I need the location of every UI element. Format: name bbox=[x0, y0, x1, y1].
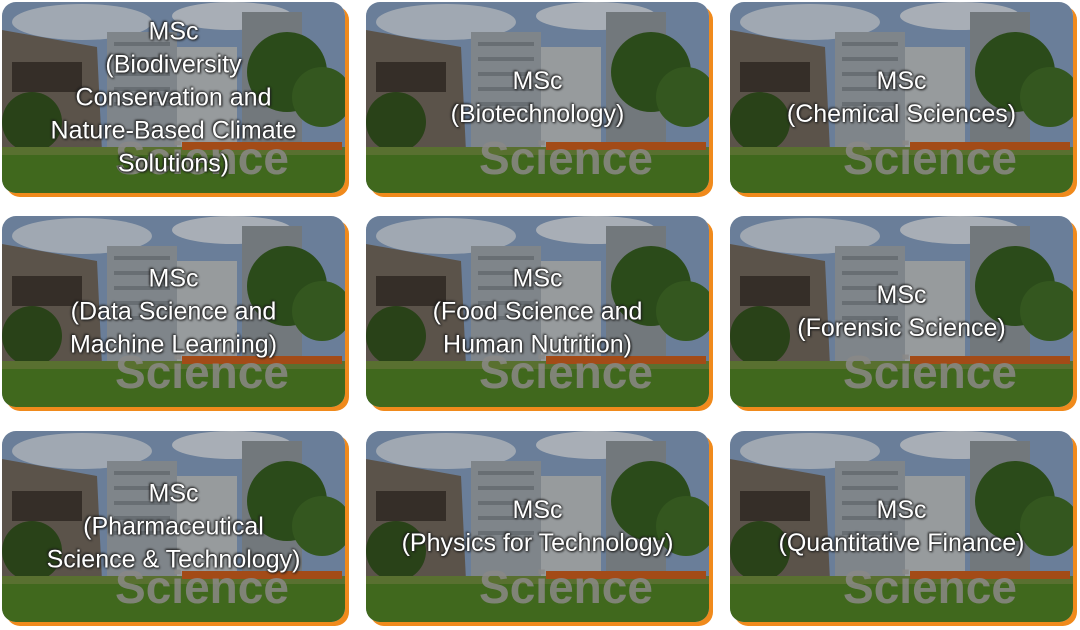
programme-card-data-science[interactable]: Science MSc (Data Science and Machine Le… bbox=[2, 216, 345, 407]
programme-card-quantitative-finance[interactable]: Science MSc (Quantitative Finance) bbox=[730, 431, 1073, 622]
programme-title: MSc (Chemical Sciences) bbox=[786, 66, 1017, 128]
programme-card-biodiversity[interactable]: Science MSc (Biodiversity Conservation a… bbox=[2, 2, 345, 193]
programme-title: MSc (Pharmaceutical Science & Technology… bbox=[46, 479, 301, 573]
programme-card-biotechnology[interactable]: Science MSc (Biotechnology) bbox=[366, 2, 709, 193]
programme-card-forensic-science[interactable]: Science MSc (Forensic Science) bbox=[730, 216, 1073, 407]
programme-title: MSc (Physics for Technology) bbox=[401, 495, 674, 557]
programme-card-physics[interactable]: Science MSc (Physics for Technology) bbox=[366, 431, 709, 622]
programme-title: MSc (Forensic Science) bbox=[797, 280, 1006, 342]
programme-title: MSc (Biotechnology) bbox=[450, 66, 625, 128]
programme-title: MSc (Food Science and Human Nutrition) bbox=[432, 264, 643, 358]
programme-card-food-science[interactable]: Science MSc (Food Science and Human Nutr… bbox=[366, 216, 709, 407]
programme-card-pharmaceutical[interactable]: Science MSc (Pharmaceutical Science & Te… bbox=[2, 431, 345, 622]
programme-title: MSc (Biodiversity Conservation and Natur… bbox=[50, 17, 297, 177]
programme-grid: Science MSc (Biodiversity Conservation a… bbox=[0, 0, 1080, 630]
programme-title: MSc (Quantitative Finance) bbox=[778, 495, 1025, 557]
programme-card-chemical-sciences[interactable]: Science MSc (Chemical Sciences) bbox=[730, 2, 1073, 193]
programme-title: MSc (Data Science and Machine Learning) bbox=[69, 264, 278, 358]
